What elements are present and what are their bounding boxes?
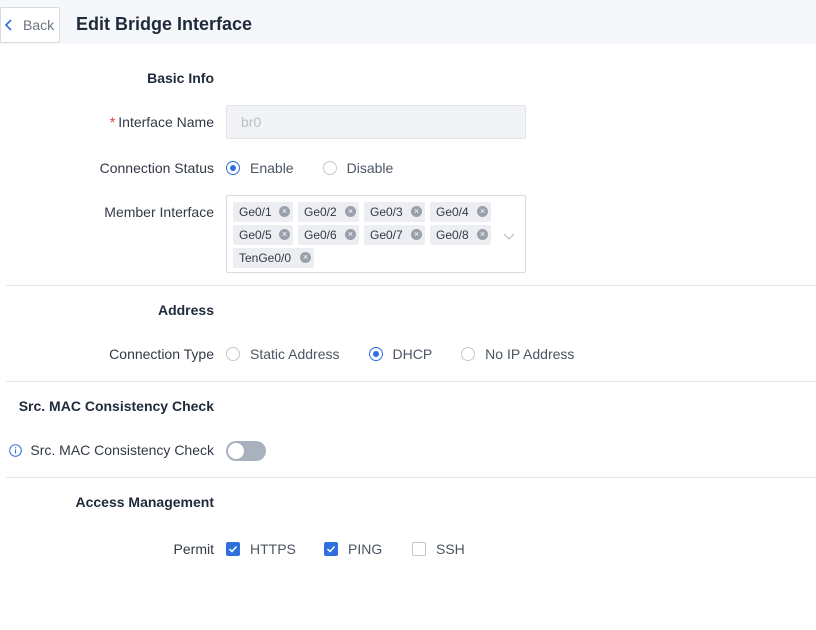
connection-type-label: Connection Type [109, 346, 214, 362]
tag-label: Ge0/6 [304, 228, 337, 242]
tag-label: Ge0/7 [370, 228, 403, 242]
tag-ge0-6: Ge0/6 × [298, 225, 359, 245]
section-divider [6, 381, 816, 382]
radio-no-ip-address-label: No IP Address [485, 346, 575, 362]
checkbox-https-box[interactable] [226, 542, 240, 556]
checkmark-icon [228, 545, 238, 553]
tag-label: Ge0/2 [304, 205, 337, 219]
toggle-knob [228, 443, 244, 459]
section-title-address: Address [157, 302, 214, 318]
chevron-down-icon[interactable] [503, 230, 515, 242]
section-title-basic-info: Basic Info [147, 70, 214, 86]
radio-dhcp[interactable]: DHCP [368, 346, 433, 362]
tag-remove-icon[interactable]: × [300, 252, 311, 263]
member-interface-select[interactable]: Ge0/1 × Ge0/2 × Ge0/3 × Ge0/4 × Ge0/5 × Ge0/6… [226, 195, 526, 273]
checkbox-ssh-box[interactable] [412, 542, 426, 556]
radio-disable-label: Disable [346, 160, 394, 176]
tag-label: Ge0/3 [370, 205, 403, 219]
info-icon[interactable] [9, 444, 22, 457]
radio-static-address-label: Static Address [250, 346, 340, 362]
radio-static-address[interactable]: Static Address [226, 346, 340, 362]
tag-ge0-8: Ge0/8 × [430, 225, 491, 245]
back-button[interactable]: Back [0, 7, 60, 43]
chevron-left-icon [4, 19, 12, 31]
member-interface-label: Member Interface [104, 204, 214, 220]
interface-name-label-text: Interface Name [118, 114, 214, 130]
tag-label: Ge0/5 [239, 228, 272, 242]
interface-name-value: br0 [241, 114, 262, 130]
interface-name-label: * Interface Name [110, 114, 214, 130]
radio-dhcp-label: DHCP [392, 346, 433, 362]
checkbox-https[interactable]: HTTPS [226, 541, 296, 557]
checkbox-ping[interactable]: PING [324, 541, 382, 557]
tag-tenge0-0: TenGe0/0 × [233, 248, 314, 268]
connection-status-radio-group: Enable Disable [226, 160, 393, 176]
tag-remove-icon[interactable]: × [345, 206, 356, 217]
checkbox-ssh-label: SSH [436, 541, 465, 557]
tag-label: Ge0/1 [239, 205, 272, 219]
section-divider [6, 477, 816, 478]
mac-check-toggle[interactable] [226, 441, 266, 461]
required-mark: * [109, 114, 116, 130]
section-title-mac-check: Src. MAC Consistency Check [18, 398, 214, 414]
tag-label: Ge0/4 [436, 205, 469, 219]
back-button-label: Back [23, 17, 55, 33]
tag-ge0-1: Ge0/1 × [233, 202, 293, 222]
radio-no-ip-address[interactable]: No IP Address [461, 346, 574, 362]
tag-remove-icon[interactable]: × [477, 229, 488, 240]
tag-ge0-3: Ge0/3 × [364, 202, 425, 222]
connection-status-label: Connection Status [99, 160, 214, 176]
tag-ge0-4: Ge0/4 × [430, 202, 491, 222]
tag-ge0-7: Ge0/7 × [364, 225, 425, 245]
checkbox-ping-label: PING [348, 541, 383, 557]
checkbox-https-label: HTTPS [250, 541, 296, 557]
checkbox-ssh[interactable]: SSH [412, 541, 465, 557]
radio-disable[interactable]: Disable [322, 160, 394, 176]
section-title-access-management: Access Management [75, 494, 214, 510]
tag-remove-icon[interactable]: × [279, 206, 290, 217]
section-divider [6, 285, 816, 286]
tag-label: Ge0/8 [436, 228, 469, 242]
radio-enable-label: Enable [250, 160, 294, 176]
mac-check-label: Src. MAC Consistency Check [30, 442, 214, 458]
tag-remove-icon[interactable]: × [411, 206, 422, 217]
tag-remove-icon[interactable]: × [411, 229, 422, 240]
connection-type-radio-group: Static Address DHCP No IP Address [226, 346, 574, 362]
tag-ge0-2: Ge0/2 × [298, 202, 359, 222]
radio-dhcp-dot[interactable] [368, 347, 383, 361]
radio-enable[interactable]: Enable [226, 160, 294, 176]
permit-label: Permit [173, 541, 214, 557]
interface-name-input[interactable]: br0 [226, 105, 526, 139]
tag-remove-icon[interactable]: × [279, 229, 290, 240]
tag-remove-icon[interactable]: × [345, 229, 356, 240]
tag-label: TenGe0/0 [239, 251, 292, 265]
tag-ge0-5: Ge0/5 × [233, 225, 293, 245]
page-title: Edit Bridge Interface [76, 14, 253, 34]
tag-remove-icon[interactable]: × [477, 206, 488, 217]
radio-enable-dot[interactable] [226, 161, 240, 175]
page-header: Back Edit Bridge Interface [0, 0, 816, 44]
radio-disable-dot[interactable] [322, 161, 337, 175]
checkbox-ping-box[interactable] [324, 542, 338, 556]
radio-no-ip-address-dot[interactable] [461, 347, 476, 361]
radio-static-address-dot[interactable] [226, 347, 240, 361]
checkmark-icon [326, 545, 336, 553]
